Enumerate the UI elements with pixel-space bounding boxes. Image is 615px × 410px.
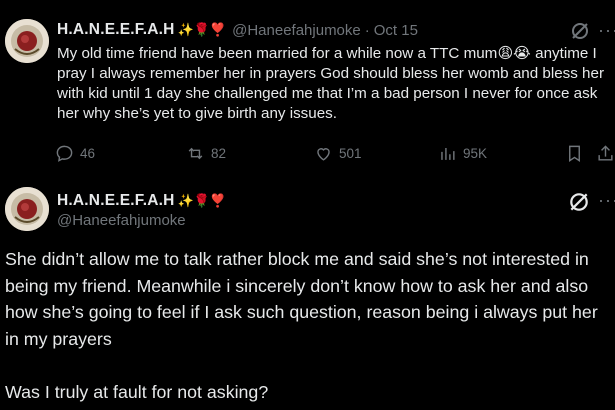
grok-icon[interactable] — [570, 21, 590, 46]
separator: · — [364, 21, 370, 39]
bookmark-button[interactable] — [565, 144, 590, 163]
reply-button[interactable]: 46 — [55, 144, 95, 163]
share-icon — [598, 145, 613, 161]
action-bar: 46 82 501 95K — [55, 144, 615, 166]
tweet-question: Was I truly at fault for not asking? — [5, 381, 269, 402]
handle[interactable]: @Haneefahjumoke — [232, 22, 361, 39]
more-icon[interactable]: ··· — [598, 20, 615, 41]
reply-icon — [56, 145, 73, 162]
view-count: 95K — [463, 146, 488, 161]
display-name[interactable]: H.A.N.E.E.F.A.H — [57, 21, 175, 39]
tweet-text: She didn’t allow me to talk rather block… — [5, 246, 610, 405]
views-icon — [441, 147, 455, 160]
bookmark-icon — [569, 145, 580, 162]
more-icon[interactable]: ··· — [598, 190, 615, 211]
heart-icon — [317, 148, 330, 161]
share-button[interactable] — [596, 144, 615, 163]
reply-count: 46 — [80, 146, 96, 161]
handle[interactable]: @Haneefahjumoke — [57, 212, 186, 229]
repost-button[interactable]: 82 — [186, 144, 226, 163]
display-name[interactable]: H.A.N.E.E.F.A.H — [57, 192, 175, 210]
avatar[interactable] — [5, 19, 49, 63]
timestamp[interactable]: Oct 15 — [374, 22, 418, 39]
name-emojis: ✨🌹❣️ — [177, 193, 227, 208]
avatar[interactable] — [5, 187, 49, 231]
views-button[interactable]: 95K — [438, 144, 487, 163]
like-button[interactable]: 501 — [314, 144, 362, 163]
name-emojis: ✨🌹❣️ — [177, 22, 227, 37]
tweet-text: My old time friend have been married for… — [57, 45, 605, 122]
grok-icon[interactable] — [568, 191, 590, 218]
repost-icon — [188, 147, 203, 160]
like-count: 501 — [339, 146, 362, 161]
repost-count: 82 — [211, 146, 227, 161]
tweet-paragraph: She didn’t allow me to talk rather block… — [5, 249, 598, 349]
